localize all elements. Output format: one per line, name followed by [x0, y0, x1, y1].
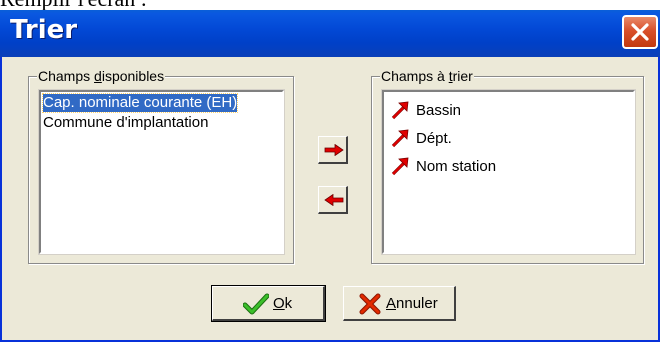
sort-fields-group: Champs à trier Bassin Dépt. Nom station: [371, 68, 644, 264]
ok-label: Ok: [273, 295, 293, 312]
available-fields-group: Champs disponibles Cap. nominale courant…: [28, 68, 294, 264]
cancel-label: Annuler: [386, 295, 438, 312]
available-fields-list[interactable]: Cap. nominale courante (EH) Commune d'im…: [38, 89, 285, 255]
title-bar[interactable]: Trier: [0, 10, 660, 57]
red-arrow-up-right-icon: [391, 129, 409, 148]
check-icon: [243, 293, 269, 315]
remove-field-button[interactable]: [318, 186, 348, 214]
ok-button[interactable]: Ok: [211, 285, 326, 322]
add-field-button[interactable]: [318, 136, 348, 164]
arrow-left-icon: [324, 194, 344, 206]
list-item[interactable]: Commune d'implantation: [43, 114, 208, 132]
close-button[interactable]: [622, 15, 658, 49]
red-arrow-up-right-icon: [391, 157, 409, 176]
close-icon: [631, 23, 649, 41]
sort-fields-list[interactable]: Bassin Dépt. Nom station: [381, 89, 636, 255]
sort-fields-label: Champs à trier: [380, 68, 474, 84]
available-fields-label: Champs disponibles: [37, 68, 166, 84]
red-arrow-up-right-icon: [391, 101, 409, 120]
cancel-button[interactable]: Annuler: [343, 286, 456, 321]
x-icon: [359, 293, 381, 315]
list-item[interactable]: Cap. nominale courante (EH): [41, 93, 239, 113]
arrow-right-icon: [324, 144, 344, 156]
sort-dialog: Trier Champs disponibles Cap. nominale c…: [0, 10, 660, 342]
window-title: Trier: [10, 15, 78, 45]
